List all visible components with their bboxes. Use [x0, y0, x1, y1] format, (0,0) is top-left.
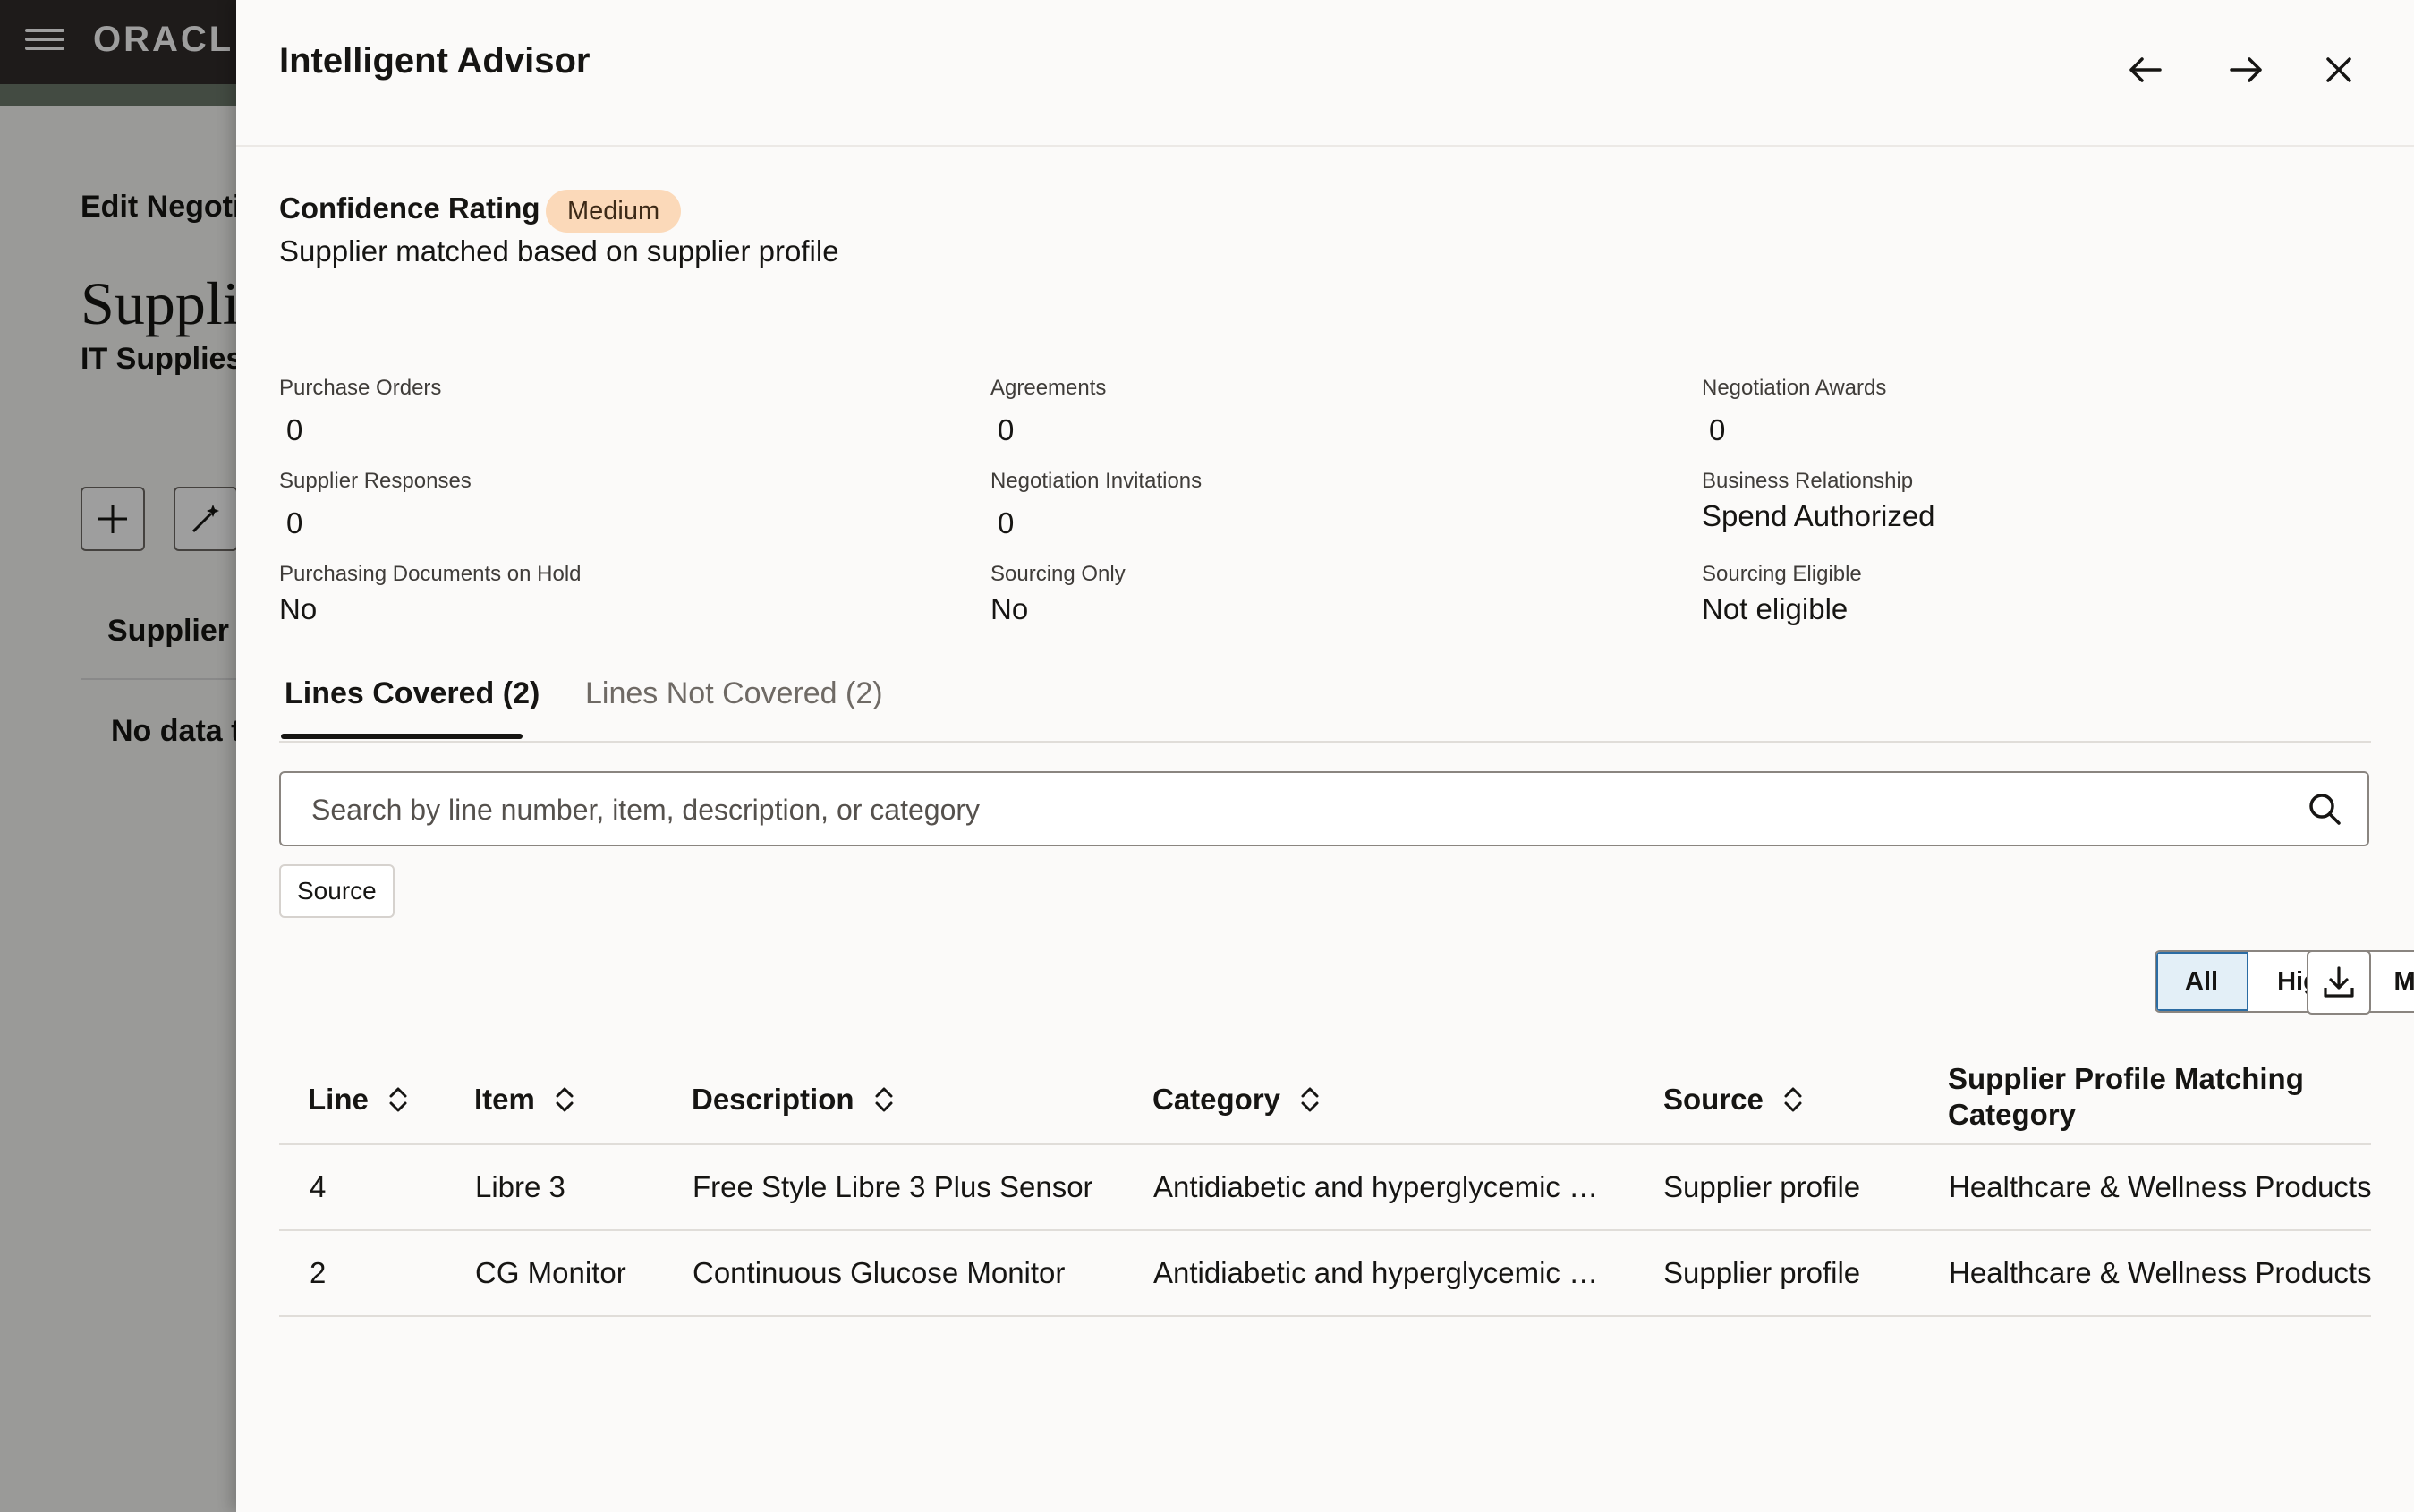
column-label: Supplier Profile Matching: [1948, 1062, 2304, 1095]
metric-value: 0: [998, 413, 1015, 446]
cell-line: 2: [310, 1256, 327, 1289]
sort-icon[interactable]: [1298, 1084, 1322, 1115]
column-item[interactable]: Item: [474, 1083, 576, 1117]
source-filter-chip[interactable]: Source: [279, 864, 395, 918]
metric-label: Purchase Orders: [279, 376, 442, 400]
download-icon: [2324, 966, 2354, 998]
metric-value: Spend Authorized: [1702, 499, 1935, 532]
metric-business-relationship: Business Relationship Spend Authorized: [1702, 469, 1935, 533]
next-button[interactable]: [2215, 39, 2276, 100]
download-button[interactable]: [2307, 950, 2371, 1015]
metric-label: Negotiation Awards: [1702, 376, 1887, 400]
metric-value: 0: [286, 413, 303, 446]
column-label: Line: [308, 1083, 369, 1116]
cell-category: Antidiabetic and hyperglycemic …: [1153, 1256, 1599, 1289]
column-description[interactable]: Description: [692, 1083, 896, 1117]
metric-label: Sourcing Only: [990, 562, 1126, 586]
metric-purchasing-docs-on-hold: Purchasing Documents on Hold No: [279, 562, 582, 626]
drawer-title: Intelligent Advisor: [279, 41, 591, 81]
column-label: Item: [474, 1083, 535, 1116]
metric-negotiation-invitations: Negotiation Invitations 0: [990, 469, 1202, 540]
arrow-right-icon: [2230, 57, 2262, 82]
column-label: Description: [692, 1083, 854, 1116]
table-row[interactable]: 2 CG Monitor Continuous Glucose Monitor …: [279, 1231, 2372, 1317]
search-icon[interactable]: [2307, 791, 2342, 827]
metric-value: 0: [1709, 413, 1726, 446]
search-field: [279, 771, 2369, 846]
column-label: Source: [1663, 1083, 1764, 1116]
metric-value: 0: [998, 506, 1015, 539]
tab-lines-not-covered[interactable]: Lines Not Covered (2): [585, 676, 883, 711]
metric-purchase-orders: Purchase Orders 0: [279, 376, 441, 447]
confidence-description: Supplier matched based on supplier profi…: [279, 234, 839, 268]
metric-value: No: [990, 592, 1029, 625]
cell-description: Continuous Glucose Monitor: [693, 1256, 1066, 1289]
sort-icon[interactable]: [1781, 1084, 1805, 1115]
cell-matching-category: Healthcare & Wellness Products: [1949, 1170, 2372, 1203]
close-icon: [2326, 57, 2351, 82]
cell-source: Supplier profile: [1663, 1170, 1861, 1203]
sort-icon[interactable]: [553, 1084, 576, 1115]
metric-sourcing-only: Sourcing Only No: [990, 562, 1126, 626]
column-label: Category: [1152, 1083, 1281, 1116]
intelligent-advisor-drawer: Intelligent Advisor Confidence Rating Me…: [236, 0, 2414, 1512]
column-category[interactable]: Category: [1152, 1083, 1322, 1117]
confidence-filter: All High Medium: [2155, 950, 2414, 1013]
column-label: Category: [1948, 1098, 2077, 1131]
confidence-rating-label: Confidence Rating: [279, 191, 540, 225]
cell-category: Antidiabetic and hyperglycemic …: [1153, 1170, 1599, 1203]
search-input[interactable]: [310, 773, 2282, 846]
cell-description: Free Style Libre 3 Plus Sensor: [693, 1170, 1093, 1203]
close-button[interactable]: [2308, 39, 2369, 100]
metric-supplier-responses: Supplier Responses 0: [279, 469, 472, 540]
cell-source: Supplier profile: [1663, 1256, 1861, 1289]
metric-value: 0: [286, 506, 303, 539]
sort-icon[interactable]: [387, 1084, 410, 1115]
column-source[interactable]: Source: [1663, 1083, 1805, 1117]
filter-all[interactable]: All: [2156, 952, 2249, 1011]
previous-button[interactable]: [2115, 39, 2176, 100]
confidence-badge: Medium: [546, 190, 682, 233]
metric-label: Agreements: [990, 376, 1107, 400]
metric-agreements: Agreements 0: [990, 376, 1106, 447]
metric-value: No: [279, 592, 318, 625]
arrow-left-icon: [2129, 57, 2162, 82]
column-line[interactable]: Line: [308, 1083, 410, 1117]
metric-value: Not eligible: [1702, 592, 1849, 625]
cell-item: CG Monitor: [475, 1256, 626, 1289]
metric-label: Sourcing Eligible: [1702, 562, 1862, 586]
column-supplier-profile-matching-category: Supplier Profile Matching Category: [1948, 1061, 2304, 1133]
metric-label: Negotiation Invitations: [990, 469, 1203, 493]
drawer-header: Intelligent Advisor: [236, 0, 2414, 147]
cell-matching-category: Healthcare & Wellness Products: [1949, 1256, 2372, 1289]
tab-lines-covered[interactable]: Lines Covered (2): [285, 676, 540, 711]
metric-label: Business Relationship: [1702, 469, 1914, 493]
table-header: Line Item Description Category Source Su…: [279, 1056, 2371, 1145]
metric-label: Purchasing Documents on Hold: [279, 562, 582, 586]
metric-negotiation-awards: Negotiation Awards 0: [1702, 376, 1886, 447]
sort-icon[interactable]: [872, 1084, 896, 1115]
active-tab-indicator: [281, 734, 523, 739]
filter-medium[interactable]: Medium: [2365, 952, 2414, 1011]
metric-sourcing-eligible: Sourcing Eligible Not eligible: [1702, 562, 1862, 626]
metric-label: Supplier Responses: [279, 469, 472, 493]
tab-divider: [279, 741, 2371, 743]
cell-item: Libre 3: [475, 1170, 565, 1203]
table-row[interactable]: 4 Libre 3 Free Style Libre 3 Plus Sensor…: [279, 1145, 2372, 1231]
cell-line: 4: [310, 1170, 327, 1203]
